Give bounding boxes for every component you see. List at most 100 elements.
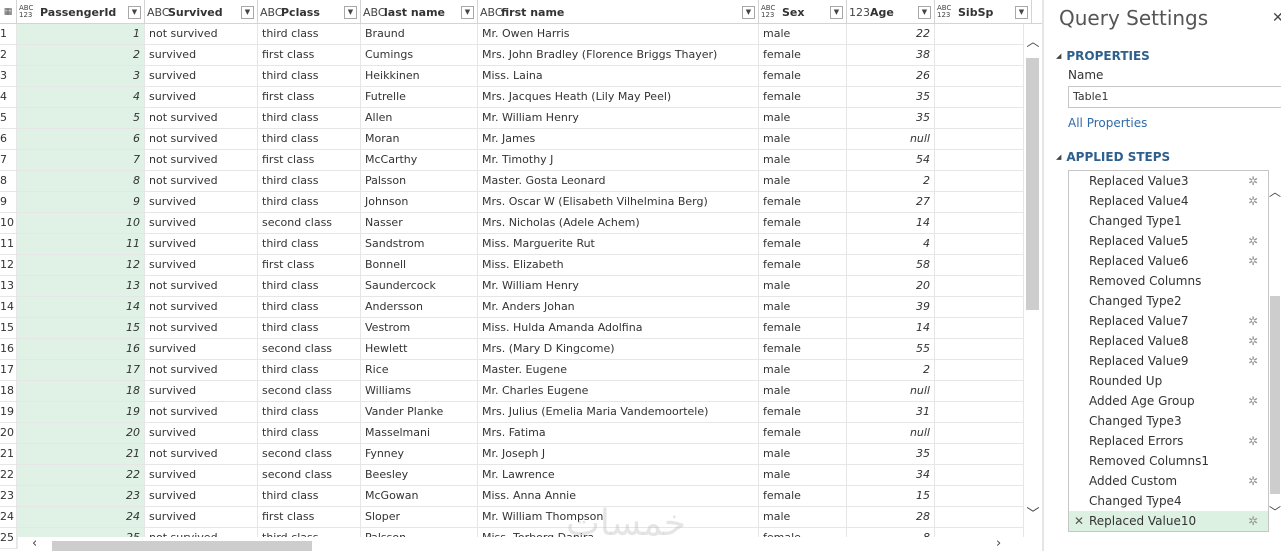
table-cell[interactable]: 34	[847, 465, 935, 485]
column-type-icon[interactable]: ABC 123	[761, 5, 779, 19]
filter-dropdown-icon[interactable]: ▼	[128, 5, 141, 19]
applied-step[interactable]: Replaced Value4 ✲	[1069, 191, 1268, 211]
table-cell[interactable]: female	[759, 66, 847, 86]
table-cell[interactable]: third class	[258, 192, 361, 212]
column-type-icon[interactable]: ABC 123	[937, 5, 955, 19]
table-cell[interactable]: Mr. Timothy J	[478, 150, 759, 170]
table-cell[interactable]: female	[759, 318, 847, 338]
table-cell[interactable]: survived	[145, 45, 258, 65]
applied-step[interactable]: Replaced Value5 ✲	[1069, 231, 1268, 251]
table-row[interactable]: 4 4 survived first class Futrelle Mrs. Jacque…	[0, 87, 1024, 108]
table-cell[interactable]: not survived	[145, 360, 258, 380]
table-cell[interactable]: Miss. Hulda Amanda Adolfina	[478, 318, 759, 338]
table-cell[interactable]: 5	[17, 108, 145, 128]
table-cell[interactable]: third class	[258, 360, 361, 380]
column-header[interactable]: ABC Pclass ▼	[258, 0, 361, 24]
table-cell[interactable]: first class	[258, 255, 361, 275]
table-cell[interactable]	[935, 381, 1024, 401]
table-cell[interactable]: Mrs. Fatima	[478, 423, 759, 443]
table-cell[interactable]: Nasser	[361, 213, 478, 233]
table-cell[interactable]: survived	[145, 486, 258, 506]
column-header[interactable]: ABC last name ▼	[361, 0, 478, 24]
table-row[interactable]: 11 11 survived third class Sandstrom Miss. Ma…	[0, 234, 1024, 255]
table-cell[interactable]: 19	[17, 402, 145, 422]
table-cell[interactable]: 18	[17, 381, 145, 401]
table-row[interactable]: 17 17 not survived third class Rice Master. E…	[0, 360, 1024, 381]
grid-horizontal-scrollbar[interactable]: ‹ ›	[18, 537, 1024, 551]
gear-icon[interactable]: ✲	[1248, 231, 1258, 251]
table-cell[interactable]: male	[759, 381, 847, 401]
table-row[interactable]: 10 10 survived second class Nasser Mrs. Nicho…	[0, 213, 1024, 234]
table-cell[interactable]: Beesley	[361, 465, 478, 485]
table-cell[interactable]: female	[759, 192, 847, 212]
table-cell[interactable]: not survived	[145, 150, 258, 170]
table-cell[interactable]: 54	[847, 150, 935, 170]
table-cell[interactable]	[935, 297, 1024, 317]
column-type-icon[interactable]: ABC	[363, 7, 386, 18]
table-cell[interactable]: female	[759, 255, 847, 275]
table-cell[interactable]: 8	[17, 171, 145, 191]
table-cell[interactable]: Mrs. Oscar W (Elisabeth Vilhelmina Berg)	[478, 192, 759, 212]
table-cell[interactable]	[935, 444, 1024, 464]
table-cell[interactable]: 4	[847, 234, 935, 254]
delete-step-icon[interactable]: ✕	[1074, 511, 1084, 531]
table-cell[interactable]: Mr. Anders Johan	[478, 297, 759, 317]
table-cell[interactable]: Miss. Marguerite Rut	[478, 234, 759, 254]
scroll-right-icon[interactable]: ›	[996, 537, 1001, 551]
table-row[interactable]: 5 5 not survived third class Allen Mr. Willia…	[0, 108, 1024, 129]
table-cell[interactable]: Saundercock	[361, 276, 478, 296]
table-cell[interactable]: male	[759, 465, 847, 485]
applied-step[interactable]: Rounded Up	[1069, 371, 1268, 391]
table-cell[interactable]: female	[759, 87, 847, 107]
gear-icon[interactable]: ✲	[1248, 471, 1258, 491]
table-cell[interactable]: 20	[847, 276, 935, 296]
table-cell[interactable]: 14	[847, 318, 935, 338]
table-row[interactable]: 6 6 not survived third class Moran Mr. James m…	[0, 129, 1024, 150]
column-header[interactable]: ABC 123 Sex ▼	[759, 0, 847, 24]
table-cell[interactable]: male	[759, 297, 847, 317]
filter-dropdown-icon[interactable]: ▼	[241, 5, 254, 19]
applied-step[interactable]: Removed Columns1	[1069, 451, 1268, 471]
table-cell[interactable]: Palsson	[361, 171, 478, 191]
filter-dropdown-icon[interactable]: ▼	[830, 5, 843, 19]
table-cell[interactable]: Mr. Joseph J	[478, 444, 759, 464]
scroll-down-icon[interactable]: ﹀	[1024, 508, 1042, 522]
table-cell[interactable]: survived	[145, 87, 258, 107]
table-cell[interactable]: third class	[258, 423, 361, 443]
table-cell[interactable]: 15	[847, 486, 935, 506]
gear-icon[interactable]: ✲	[1248, 191, 1258, 211]
table-cell[interactable]: second class	[258, 339, 361, 359]
filter-dropdown-icon[interactable]: ▼	[742, 5, 755, 19]
column-header[interactable]: ABC Survived ▼	[145, 0, 258, 24]
applied-step[interactable]: Removed Columns	[1069, 271, 1268, 291]
table-cell[interactable]: Mr. James	[478, 129, 759, 149]
table-row[interactable]: 18 18 survived second class Williams Mr. Char…	[0, 381, 1024, 402]
table-cell[interactable]: Vestrom	[361, 318, 478, 338]
table-row[interactable]: 21 21 not survived second class Fynney Mr. Jo…	[0, 444, 1024, 465]
table-cell[interactable]: Master. Gosta Leonard	[478, 171, 759, 191]
table-cell[interactable]: Vander Planke	[361, 402, 478, 422]
table-cell[interactable]	[935, 402, 1024, 422]
steps-scroll-thumb[interactable]	[1270, 296, 1280, 494]
scroll-up-icon[interactable]: ︿	[1269, 186, 1281, 198]
table-cell[interactable]: Moran	[361, 129, 478, 149]
table-row[interactable]: 8 8 not survived third class Palsson Master. …	[0, 171, 1024, 192]
table-cell[interactable]: third class	[258, 66, 361, 86]
table-cell[interactable]: survived	[145, 507, 258, 527]
table-cell[interactable]: Bonnell	[361, 255, 478, 275]
table-cell[interactable]: male	[759, 507, 847, 527]
table-cell[interactable]: survived	[145, 339, 258, 359]
table-row[interactable]: 19 19 not survived third class Vander Planke…	[0, 402, 1024, 423]
column-type-icon[interactable]: ABC 123	[19, 5, 37, 19]
table-cell[interactable]	[935, 486, 1024, 506]
gear-icon[interactable]: ✲	[1248, 171, 1258, 191]
table-cell[interactable]: not survived	[145, 297, 258, 317]
table-cell[interactable]: male	[759, 150, 847, 170]
applied-step[interactable]: Replaced Value6 ✲	[1069, 251, 1268, 271]
table-cell[interactable]	[935, 507, 1024, 527]
table-cell[interactable]: male	[759, 360, 847, 380]
table-cell[interactable]: 21	[17, 444, 145, 464]
table-cell[interactable]: 28	[847, 507, 935, 527]
table-cell[interactable]: Mr. Lawrence	[478, 465, 759, 485]
table-cell[interactable]: not survived	[145, 402, 258, 422]
